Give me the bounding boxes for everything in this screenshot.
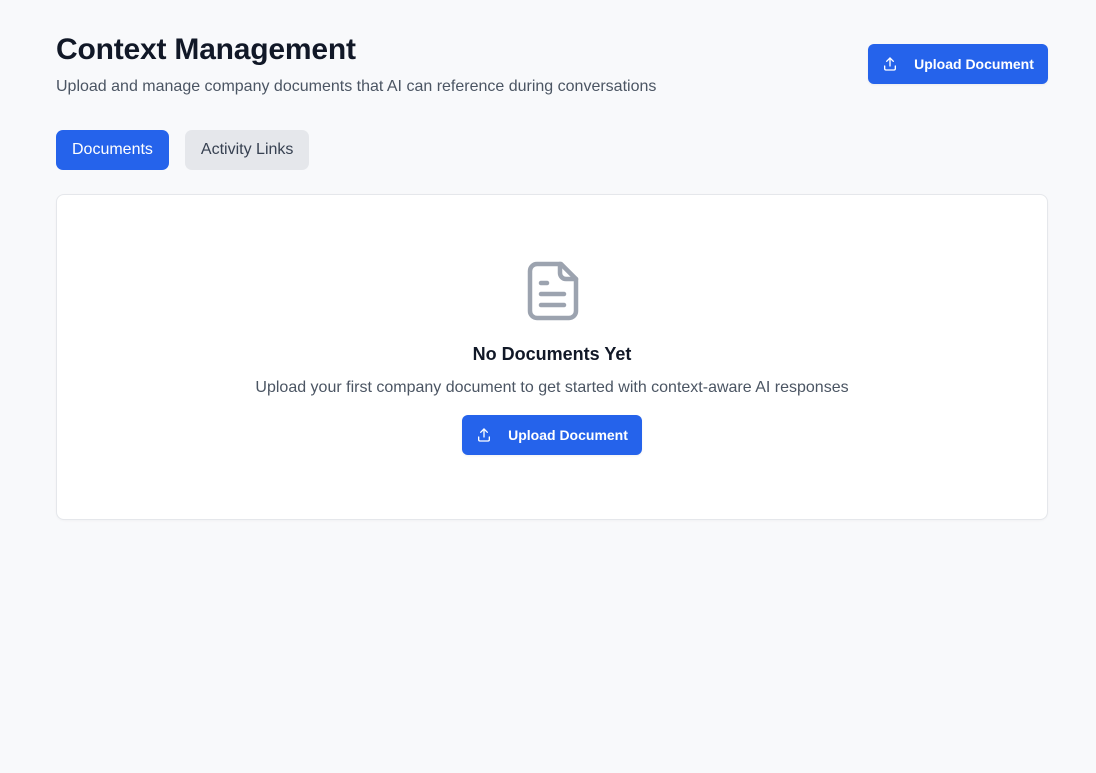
empty-state-text: Upload your first company document to ge… <box>255 379 849 396</box>
documents-panel: No Documents Yet Upload your first compa… <box>56 194 1048 520</box>
context-management-page: Context Management Upload and manage com… <box>0 0 1096 773</box>
empty-state-title: No Documents Yet <box>472 344 632 364</box>
tab-bar: Documents Activity Links <box>56 130 310 170</box>
tab-documents[interactable]: Documents <box>56 130 169 170</box>
upload-icon <box>476 427 492 443</box>
page-subtitle: Upload and manage company documents that… <box>56 78 657 95</box>
tab-activity-links[interactable]: Activity Links <box>184 130 310 170</box>
upload-first-document-button[interactable]: Upload Document <box>462 415 642 455</box>
document-icon <box>527 261 579 321</box>
upload-document-label: Upload Document <box>914 56 1034 72</box>
page-header: Context Management Upload and manage com… <box>56 32 1048 102</box>
page-title: Context Management <box>56 33 356 66</box>
upload-document-button[interactable]: Upload Document <box>868 44 1048 84</box>
upload-icon <box>882 56 898 72</box>
upload-document-label: Upload Document <box>508 427 628 443</box>
